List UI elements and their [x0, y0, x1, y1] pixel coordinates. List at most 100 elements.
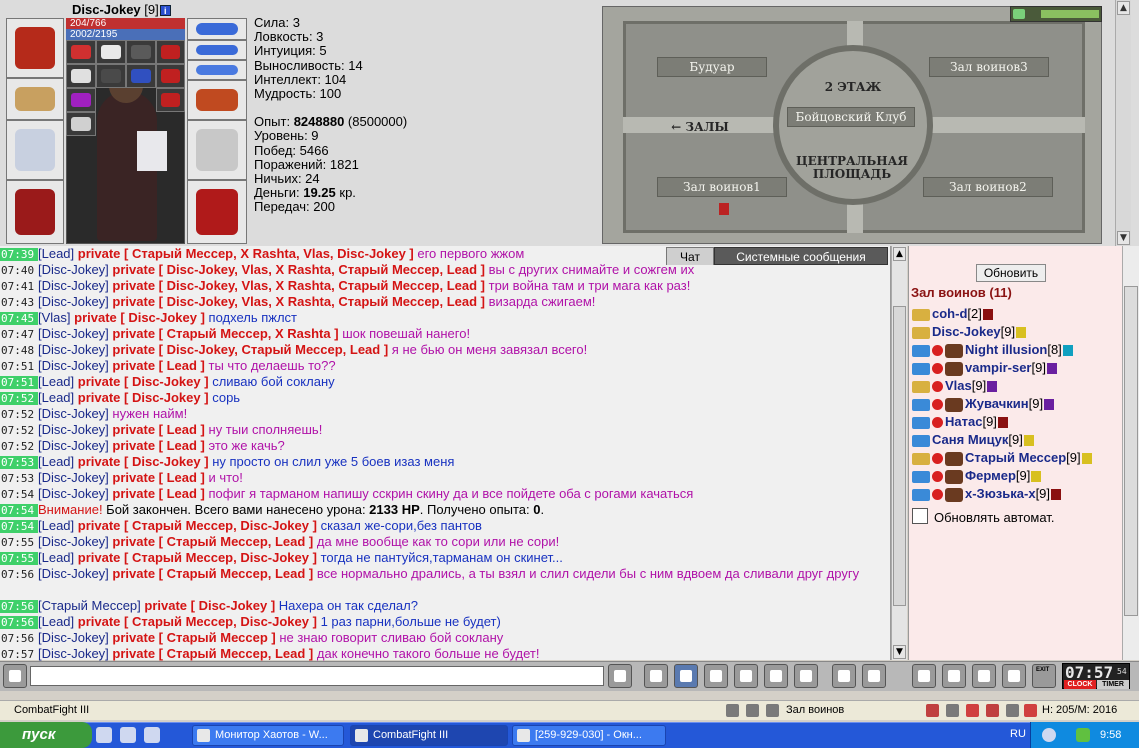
- item-slot-4[interactable]: [156, 40, 185, 64]
- exit-button[interactable]: EXIT: [1032, 664, 1056, 688]
- message-time[interactable]: 07:55: [0, 552, 38, 565]
- gloves-slot[interactable]: [187, 80, 247, 120]
- amulet-slot[interactable]: [187, 18, 247, 40]
- message-time[interactable]: 07:47: [0, 328, 38, 341]
- message-time[interactable]: 07:39: [0, 248, 38, 261]
- user-list-item[interactable]: Саня Мицук[9]: [912, 431, 1122, 449]
- message-time[interactable]: 07:40: [0, 264, 38, 277]
- message-private-recipients[interactable]: private [ Lead ]: [112, 422, 204, 437]
- info-icon[interactable]: i: [159, 5, 171, 17]
- smiley-menu-button[interactable]: [3, 664, 27, 688]
- invite-icon[interactable]: [912, 326, 930, 339]
- scroll-thumb[interactable]: [1124, 286, 1138, 616]
- silence-button[interactable]: [794, 664, 818, 688]
- bag-button[interactable]: [912, 664, 936, 688]
- user-list-item[interactable]: x-Зюзька-x[9]: [912, 485, 1122, 503]
- private-button[interactable]: [764, 664, 788, 688]
- invite-icon[interactable]: [912, 380, 930, 393]
- message-private-recipients[interactable]: private [ Disc-Jokey, Vlas, X Rashta, Ст…: [112, 262, 485, 277]
- message-private-recipients[interactable]: private [ Старый Мессер, Lead ]: [112, 534, 313, 549]
- ring-slot[interactable]: [187, 60, 247, 80]
- note-status-icon[interactable]: [766, 704, 779, 717]
- message-private-recipients[interactable]: private [ Lead ]: [112, 486, 204, 501]
- user-list-item[interactable]: coh-d[2]: [912, 305, 1122, 323]
- message-private-recipients[interactable]: private [ Старый Мессер, Lead ]: [112, 646, 313, 661]
- legs-slot[interactable]: [187, 180, 247, 244]
- message-nick[interactable]: [Vlas]: [38, 310, 71, 325]
- language-indicator[interactable]: RU: [1010, 728, 1026, 740]
- message-time[interactable]: 07:51: [0, 376, 38, 389]
- armor-slot[interactable]: [6, 180, 64, 244]
- message-time[interactable]: 07:53: [0, 456, 38, 469]
- user-name[interactable]: Натас: [945, 414, 982, 429]
- user-name[interactable]: Night illusion: [965, 342, 1047, 357]
- user-info-icon[interactable]: [997, 417, 1008, 429]
- fight-button[interactable]: [734, 664, 758, 688]
- back-arrow-icon[interactable]: [1042, 728, 1056, 742]
- room-scrollbar[interactable]: [1122, 246, 1139, 660]
- chat-input[interactable]: [30, 666, 604, 686]
- message-private-recipients[interactable]: private [ Disc-Jokey, Vlas, X Rashta, Ст…: [112, 294, 485, 309]
- user-name[interactable]: vampir-ser: [965, 360, 1031, 375]
- quicklaunch-icon-1[interactable]: [96, 727, 112, 743]
- shield-slot[interactable]: [187, 120, 247, 180]
- message-private-recipients[interactable]: private [ Старый Мессер, X Rashta, Vlas,…: [78, 246, 414, 261]
- sword-status-icon[interactable]: [926, 704, 939, 717]
- message-time[interactable]: 07:56: [0, 600, 38, 613]
- earring-slot[interactable]: [187, 40, 247, 60]
- message-time[interactable]: 07:45: [0, 312, 38, 325]
- message-time[interactable]: 07:41: [0, 280, 38, 293]
- bracer-slot[interactable]: [6, 78, 64, 120]
- message-time[interactable]: 07:56: [0, 632, 38, 645]
- message-nick[interactable]: [Disc-Jokey]: [38, 470, 109, 485]
- pdf-status-icon[interactable]: [966, 704, 979, 717]
- message-time[interactable]: 07:52: [0, 408, 38, 421]
- message-time[interactable]: 07:56: [0, 616, 38, 629]
- item-slot-5[interactable]: [66, 64, 96, 88]
- item-slot-11[interactable]: [156, 88, 185, 112]
- taskbar-item-monitor[interactable]: Монитор Хаотов - W...: [192, 725, 344, 746]
- user-list-item[interactable]: Night illusion[8]: [912, 341, 1122, 359]
- user-info-icon[interactable]: [1023, 435, 1034, 447]
- power-icon[interactable]: [1013, 9, 1025, 19]
- message-time[interactable]: 07:57: [0, 648, 38, 661]
- message-nick[interactable]: [Lead]: [38, 550, 74, 565]
- message-time[interactable]: 07:54: [0, 488, 38, 501]
- message-private-recipients[interactable]: private [ Disc-Jokey, Vlas, X Rashta, Ст…: [112, 278, 485, 293]
- item-slot-2[interactable]: [96, 40, 126, 64]
- user-list-item[interactable]: Старый Мессер[9]: [912, 449, 1122, 467]
- message-nick[interactable]: [Lead]: [38, 614, 74, 629]
- user-info-icon[interactable]: [1044, 399, 1055, 411]
- map-link-hall3[interactable]: Зал воинов3: [929, 57, 1049, 77]
- helmet-button[interactable]: [862, 664, 886, 688]
- clear-button[interactable]: [644, 664, 668, 688]
- taskbar-item-window[interactable]: [259-929-030] - Окн...: [512, 725, 666, 746]
- message-time[interactable]: 07:54: [0, 520, 38, 533]
- weapon-slot[interactable]: [6, 120, 64, 180]
- user-info-icon[interactable]: [1046, 363, 1057, 375]
- message-private-recipients[interactable]: private [ Disc-Jokey ]: [74, 310, 205, 325]
- message-private-recipients[interactable]: private [ Disc-Jokey ]: [78, 454, 209, 469]
- message-time[interactable]: 07:51: [0, 360, 38, 373]
- item-slot-3[interactable]: [126, 40, 156, 64]
- map-link-hall2[interactable]: Зал воинов2: [923, 177, 1053, 197]
- message-nick[interactable]: [Disc-Jokey]: [38, 422, 109, 437]
- user-name[interactable]: Саня Мицук: [932, 432, 1008, 447]
- hero-button[interactable]: [972, 664, 996, 688]
- map-link-hall1[interactable]: Зал воинов1: [657, 177, 787, 197]
- message-time[interactable]: 07:48: [0, 344, 38, 357]
- private-icon[interactable]: [912, 344, 930, 357]
- user-info-icon[interactable]: [987, 381, 998, 393]
- map-link-halls[interactable]: ← ЗАЛЫ: [665, 121, 735, 134]
- scroll-down-arrow-icon[interactable]: ▼: [1117, 231, 1130, 245]
- map-link-boudoir[interactable]: Будуар: [657, 57, 767, 77]
- message-private-recipients[interactable]: private [ Старый Мессер, Lead ]: [112, 566, 313, 581]
- message-time[interactable]: 07:43: [0, 296, 38, 309]
- user-info-icon[interactable]: [1016, 327, 1027, 339]
- private-icon[interactable]: [912, 362, 930, 375]
- message-nick[interactable]: [Disc-Jokey]: [38, 326, 109, 341]
- user-list-item[interactable]: Фермер[9]: [912, 467, 1122, 485]
- message-nick[interactable]: [Старый Мессер]: [38, 598, 141, 613]
- start-button[interactable]: пуск: [0, 722, 92, 748]
- clock-status-icon[interactable]: [726, 704, 739, 717]
